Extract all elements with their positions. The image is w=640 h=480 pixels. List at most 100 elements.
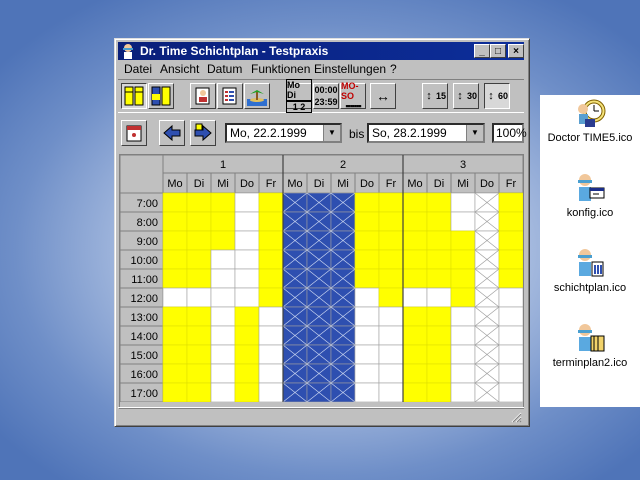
week-range-button[interactable]: MO-SO ▪▪▪▪▪▪▪ (340, 81, 366, 111)
schedule-cell[interactable] (402, 363, 428, 384)
to-date-select[interactable]: So, 28.2.1999 ▼ (367, 123, 485, 143)
schedule-cell[interactable] (378, 306, 404, 327)
view-mixed-button[interactable] (148, 83, 174, 109)
schedule-cell[interactable] (402, 192, 428, 213)
schedule-cell[interactable] (498, 382, 524, 403)
schedule-cell[interactable] (234, 325, 260, 346)
schedule-cell[interactable] (426, 363, 452, 384)
desktop-icon-konfig[interactable]: konfig.ico (540, 172, 640, 219)
schedule-cell[interactable] (402, 249, 428, 270)
time-range-button[interactable]: 00:00 23:59 (313, 83, 339, 109)
desktop-icon-doctor-time[interactable]: Doctor TIME5.ico (540, 97, 640, 144)
schedule-cell[interactable] (234, 382, 260, 403)
zoom-30-button[interactable]: ↕ 30 (453, 83, 479, 109)
next-button[interactable] (190, 120, 216, 146)
dropdown-arrow-icon[interactable]: ▼ (323, 125, 340, 141)
menu-datei[interactable]: Datei (124, 62, 152, 76)
schedule-cell[interactable] (402, 287, 428, 308)
schedule-cell[interactable] (426, 287, 452, 308)
schedule-cell[interactable] (234, 306, 260, 327)
schedule-cell[interactable] (234, 230, 260, 251)
schedule-cell[interactable] (378, 344, 404, 365)
schedule-cell[interactable] (234, 344, 260, 365)
schedule-cell[interactable] (378, 287, 404, 308)
schedule-cell[interactable] (450, 192, 476, 213)
schedule-cell[interactable] (258, 211, 284, 232)
schedule-cell[interactable] (426, 382, 452, 403)
menu-datum[interactable]: Datum (207, 62, 242, 76)
schedule-cell[interactable] (354, 287, 380, 308)
schedule-cell[interactable] (210, 363, 236, 384)
schedule-cell[interactable] (234, 268, 260, 289)
schedule-cell[interactable] (210, 268, 236, 289)
zoom-field[interactable]: 100% (492, 123, 527, 143)
schedule-cell[interactable] (186, 230, 212, 251)
schedule-cell[interactable] (402, 344, 428, 365)
schedule-cell[interactable] (186, 249, 212, 270)
schedule-cell[interactable] (210, 192, 236, 213)
schedule-cell[interactable] (162, 230, 188, 251)
schedule-cell[interactable] (450, 344, 476, 365)
schedule-cell[interactable] (210, 230, 236, 251)
day-numbers-button[interactable]: Mo Di 1 2 (286, 79, 312, 113)
schedule-cell[interactable] (186, 287, 212, 308)
schedule-cell[interactable] (426, 192, 452, 213)
schedule-cell[interactable] (210, 325, 236, 346)
minimize-button[interactable]: _ (474, 44, 490, 58)
schedule-cell[interactable] (162, 382, 188, 403)
schedule-cell[interactable] (210, 382, 236, 403)
schedule-cell[interactable] (162, 287, 188, 308)
holiday-button[interactable] (244, 83, 270, 109)
schedule-cell[interactable] (402, 382, 428, 403)
schedule-cell[interactable] (426, 211, 452, 232)
schedule-cell[interactable] (450, 306, 476, 327)
schedule-cell[interactable] (498, 268, 524, 289)
schedule-cell[interactable] (402, 230, 428, 251)
schedule-cell[interactable] (426, 268, 452, 289)
schedule-cell[interactable] (378, 382, 404, 403)
schedule-cell[interactable] (186, 325, 212, 346)
schedule-cell[interactable] (426, 306, 452, 327)
menu-einstellungen[interactable]: Einstellungen (314, 62, 386, 76)
schedule-cell[interactable] (378, 211, 404, 232)
schedule-cell[interactable] (234, 211, 260, 232)
resize-grip-icon[interactable] (510, 411, 522, 423)
schedule-cell[interactable] (354, 211, 380, 232)
schedule-cell[interactable] (378, 230, 404, 251)
schedule-cell[interactable] (426, 230, 452, 251)
schedule-cell[interactable] (162, 306, 188, 327)
schedule-cell[interactable] (162, 363, 188, 384)
schedule-cell[interactable] (210, 249, 236, 270)
schedule-cell[interactable] (354, 363, 380, 384)
desktop-icon-schichtplan[interactable]: schichtplan.ico (540, 247, 640, 294)
dropdown-arrow-icon[interactable]: ▼ (466, 125, 483, 141)
fit-width-button[interactable]: ↔ (370, 83, 396, 109)
schedule-cell[interactable] (210, 344, 236, 365)
schedule-cell[interactable] (234, 363, 260, 384)
schedule-cell[interactable] (234, 192, 260, 213)
schedule-cell[interactable] (186, 382, 212, 403)
schedule-cell[interactable] (186, 344, 212, 365)
schedule-cell[interactable] (498, 230, 524, 251)
schedule-cell[interactable] (498, 249, 524, 270)
schedule-cell[interactable] (210, 287, 236, 308)
schedule-cell[interactable] (234, 249, 260, 270)
schedule-cell[interactable] (498, 306, 524, 327)
schedule-cell[interactable] (402, 211, 428, 232)
schedule-cell[interactable] (402, 306, 428, 327)
from-date-select[interactable]: Mo, 22.2.1999 ▼ (225, 123, 342, 143)
list-button[interactable] (217, 83, 243, 109)
schedule-cell[interactable] (378, 268, 404, 289)
schedule-cell[interactable] (234, 287, 260, 308)
schedule-cell[interactable] (354, 325, 380, 346)
schedule-cell[interactable] (354, 306, 380, 327)
schedule-cell[interactable] (450, 363, 476, 384)
maximize-button[interactable]: □ (490, 44, 506, 58)
schedule-cell[interactable] (258, 344, 284, 365)
schedule-cell[interactable] (258, 287, 284, 308)
schedule-cell[interactable] (378, 363, 404, 384)
title-bar[interactable]: Dr. Time Schichtplan - Testpraxis _ □ × (118, 42, 524, 60)
schedule-cell[interactable] (498, 363, 524, 384)
schedule-cell[interactable] (450, 382, 476, 403)
schedule-cell[interactable] (258, 382, 284, 403)
